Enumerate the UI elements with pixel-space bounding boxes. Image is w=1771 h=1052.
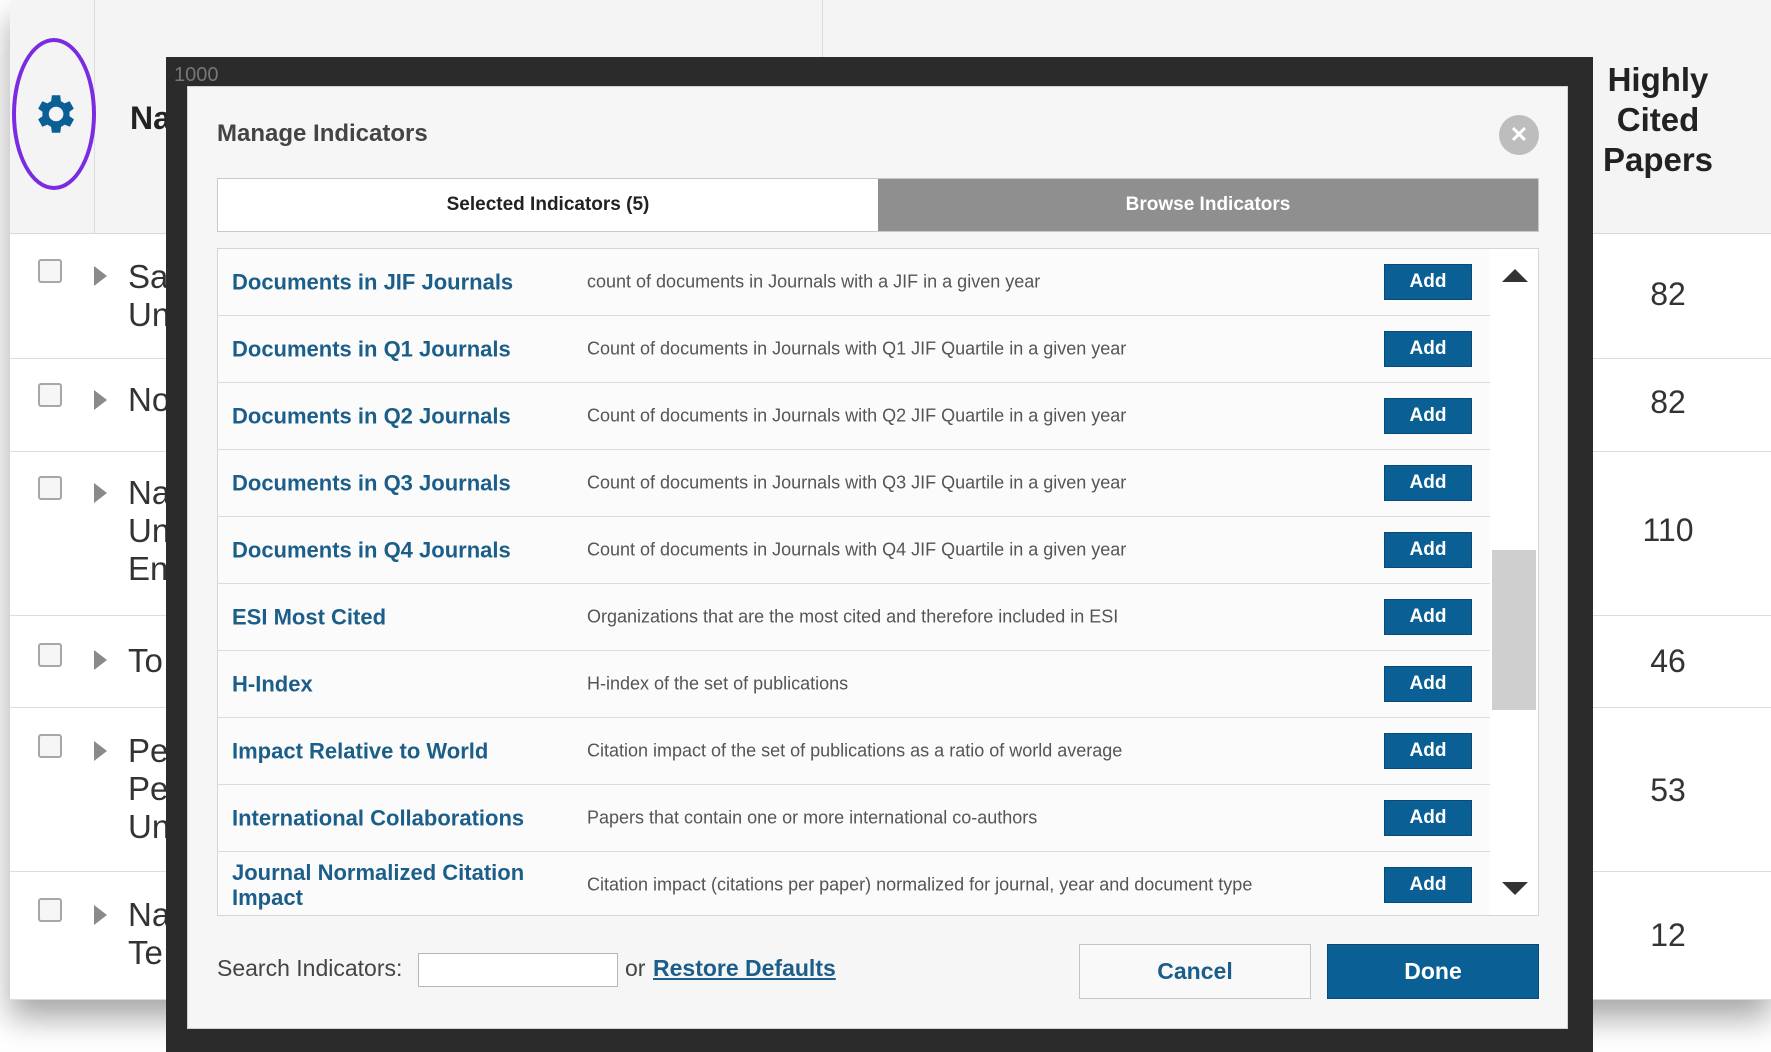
- search-label: Search Indicators:: [217, 955, 403, 981]
- add-indicator-button[interactable]: Add: [1384, 733, 1472, 769]
- indicator-description: Count of documents in Journals with Q4 J…: [587, 539, 1127, 560]
- indicator-name-link[interactable]: Impact Relative to World: [232, 739, 532, 764]
- row-hcp-value: 12: [1650, 917, 1686, 953]
- scrollbar[interactable]: [1490, 249, 1538, 915]
- indicator-name-link[interactable]: Documents in Q4 Journals: [232, 538, 532, 563]
- indicator-list: Documents in JIF Journals count of docume…: [217, 248, 1539, 916]
- indicator-row: Journal Normalized Citation Impact Citati…: [218, 852, 1490, 915]
- row-hcp-value: 53: [1650, 772, 1686, 808]
- indicator-name-link[interactable]: Documents in Q1 Journals: [232, 337, 532, 362]
- add-indicator-button[interactable]: Add: [1384, 800, 1472, 836]
- indicator-description: H-index of the set of publications: [587, 673, 849, 694]
- chevron-up-icon[interactable]: [1502, 269, 1528, 282]
- tab-selected-indicators[interactable]: Selected Indicators (5): [218, 179, 878, 231]
- caret-right-icon[interactable]: [94, 905, 107, 925]
- caret-right-icon[interactable]: [94, 266, 107, 286]
- row-checkbox[interactable]: [38, 383, 62, 407]
- gear-icon[interactable]: [29, 89, 79, 139]
- settings-highlight-ring[interactable]: [12, 38, 96, 190]
- indicator-description: Citation impact (citations per paper) no…: [587, 874, 1253, 895]
- chart-axis-label: 1000: [174, 64, 219, 86]
- caret-right-icon[interactable]: [94, 741, 107, 761]
- or-text: or: [625, 955, 646, 981]
- indicator-name-link[interactable]: International Collaborations: [232, 806, 532, 831]
- indicator-row: Documents in JIF Journals count of docume…: [218, 249, 1490, 316]
- indicator-description: Count of documents in Journals with Q3 J…: [587, 472, 1127, 493]
- column-header-highly-cited-papers[interactable]: Highly Cited Papers: [1598, 60, 1718, 180]
- indicator-description: Count of documents in Journals with Q1 J…: [587, 338, 1127, 359]
- indicator-description: Count of documents in Journals with Q2 J…: [587, 405, 1127, 426]
- row-checkbox[interactable]: [38, 898, 62, 922]
- indicator-name-link[interactable]: Documents in Q2 Journals: [232, 404, 532, 429]
- add-indicator-button[interactable]: Add: [1384, 398, 1472, 434]
- indicator-description: Papers that contain one or more internat…: [587, 807, 1038, 828]
- row-checkbox[interactable]: [38, 259, 62, 283]
- column-header-name[interactable]: Na: [130, 100, 171, 137]
- indicator-name-link[interactable]: H-Index: [232, 672, 532, 697]
- close-icon[interactable]: ✕: [1510, 124, 1528, 146]
- add-indicator-button[interactable]: Add: [1384, 867, 1472, 903]
- row-hcp-value: 82: [1650, 276, 1686, 312]
- indicator-tabs: Selected Indicators (5) Browse Indicator…: [217, 178, 1539, 232]
- caret-right-icon[interactable]: [94, 650, 107, 670]
- indicator-row: Documents in Q1 Journals Count of documen…: [218, 316, 1490, 383]
- row-checkbox[interactable]: [38, 643, 62, 667]
- indicator-row: H-Index H-index of the set of publication…: [218, 651, 1490, 718]
- row-hcp-value: 110: [1642, 512, 1694, 548]
- chevron-down-icon[interactable]: [1502, 882, 1528, 895]
- dialog-title: Manage Indicators: [217, 120, 428, 147]
- indicator-description: Citation impact of the set of publicatio…: [587, 740, 1123, 761]
- indicator-row: Impact Relative to World Citation impact …: [218, 718, 1490, 785]
- indicator-row: ESI Most Cited Organizations that are the…: [218, 584, 1490, 651]
- search-input[interactable]: [418, 953, 618, 987]
- add-indicator-button[interactable]: Add: [1384, 532, 1472, 568]
- add-indicator-button[interactable]: Add: [1384, 465, 1472, 501]
- indicator-name-link[interactable]: ESI Most Cited: [232, 605, 532, 630]
- caret-right-icon[interactable]: [94, 390, 107, 410]
- cancel-button[interactable]: Cancel: [1079, 944, 1311, 999]
- indicator-row: Documents in Q3 Journals Count of documen…: [218, 450, 1490, 517]
- indicator-name-link[interactable]: Documents in Q3 Journals: [232, 471, 532, 496]
- tab-browse-indicators[interactable]: Browse Indicators: [878, 179, 1538, 231]
- indicator-row: Documents in Q4 Journals Count of documen…: [218, 517, 1490, 584]
- indicator-name-link[interactable]: Documents in JIF Journals: [232, 270, 532, 295]
- add-indicator-button[interactable]: Add: [1384, 331, 1472, 367]
- indicator-row: Documents in Q2 Journals Count of documen…: [218, 383, 1490, 450]
- close-button[interactable]: ✕: [1499, 115, 1539, 155]
- manage-indicators-dialog: Manage Indicators ✕ Selected Indicators …: [187, 86, 1568, 1029]
- done-button[interactable]: Done: [1327, 944, 1539, 999]
- row-checkbox[interactable]: [38, 734, 62, 758]
- indicator-description: count of documents in Journals with a JI…: [587, 271, 1041, 292]
- restore-defaults-link[interactable]: Restore Defaults: [653, 955, 836, 982]
- row-checkbox[interactable]: [38, 476, 62, 500]
- add-indicator-button[interactable]: Add: [1384, 666, 1472, 702]
- add-indicator-button[interactable]: Add: [1384, 264, 1472, 300]
- row-hcp-value: 46: [1650, 643, 1686, 679]
- caret-right-icon[interactable]: [94, 483, 107, 503]
- row-hcp-value: 82: [1650, 384, 1686, 420]
- indicator-description: Organizations that are the most cited an…: [587, 606, 1119, 627]
- indicator-rows: Documents in JIF Journals count of docume…: [218, 249, 1490, 915]
- indicator-name-link[interactable]: Journal Normalized Citation Impact: [232, 860, 532, 910]
- add-indicator-button[interactable]: Add: [1384, 599, 1472, 635]
- scrollbar-thumb[interactable]: [1492, 550, 1536, 710]
- indicator-row: International Collaborations Papers that …: [218, 785, 1490, 852]
